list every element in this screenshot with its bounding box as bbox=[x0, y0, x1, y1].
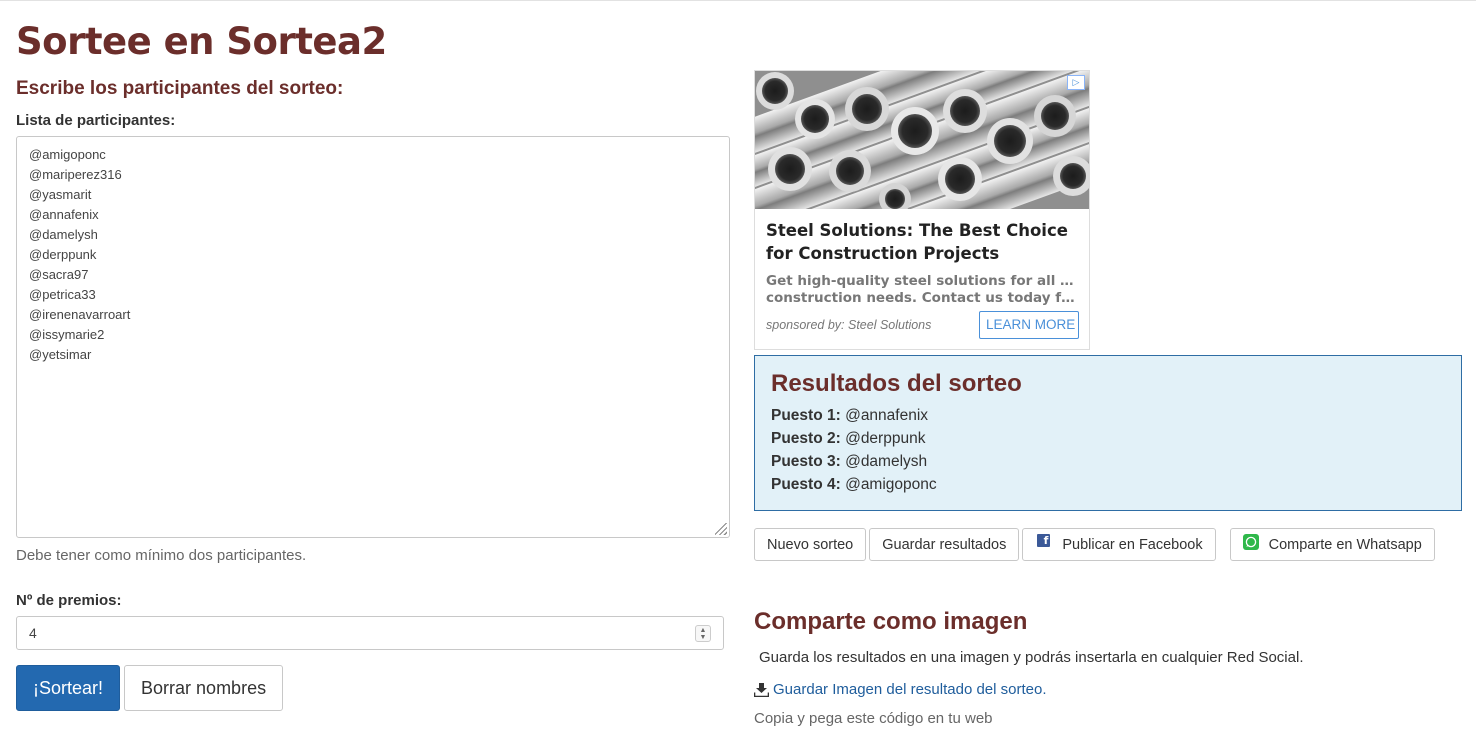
participant-line: @yetsimar bbox=[29, 347, 92, 362]
participant-line: @issymarie2 bbox=[29, 327, 105, 342]
whatsapp-share-label: Comparte en Whatsapp bbox=[1268, 536, 1422, 553]
embed-code-label: Copia y pega este código en tu web bbox=[754, 710, 993, 727]
result-row: Puesto 2: @derppunk bbox=[771, 427, 1445, 450]
prizes-stepper[interactable]: ▲ ▼ bbox=[695, 625, 711, 642]
participant-line: @yasmarit bbox=[29, 187, 92, 202]
ad-description-line: construction needs. Contact us today for… bbox=[766, 290, 1078, 306]
share-image-description: Guarda los resultados en una imagen y po… bbox=[759, 649, 1304, 666]
participants-textarea[interactable]: @amigoponc @mariperez316 @yasmarit @anna… bbox=[16, 136, 730, 538]
save-image-link[interactable]: Guardar Imagen del resultado del sorteo. bbox=[754, 681, 1047, 698]
participant-line: @derppunk bbox=[29, 247, 97, 262]
result-row: Puesto 1: @annafenix bbox=[771, 404, 1445, 427]
download-icon bbox=[754, 682, 769, 697]
ad-image-steel-pipes[interactable]: ▷ bbox=[755, 71, 1089, 209]
facebook-share-button[interactable]: f Publicar en Facebook bbox=[1022, 528, 1216, 561]
form-buttons: ¡Sortear! Borrar nombres bbox=[16, 665, 730, 711]
prizes-label: Nº de premios: bbox=[16, 592, 122, 609]
new-draw-button[interactable]: Nuevo sorteo bbox=[754, 528, 867, 561]
facebook-share-label: Publicar en Facebook bbox=[1062, 536, 1203, 553]
facebook-icon: f bbox=[1037, 534, 1051, 547]
steel-pipes-illustration bbox=[755, 71, 1089, 209]
result-winner: @amigoponc bbox=[845, 476, 937, 493]
whatsapp-icon bbox=[1242, 533, 1259, 550]
participant-line: @irenenavarroart bbox=[29, 307, 131, 322]
sponsored-ad[interactable]: ▷ Steel Solutions: The Best Choice for C… bbox=[754, 70, 1090, 350]
form-subtitle: Escribe los participantes del sorteo: bbox=[16, 78, 344, 99]
ad-sponsor: sponsored by: Steel Solutions bbox=[766, 318, 932, 332]
result-winner: @damelysh bbox=[845, 453, 928, 470]
draw-form: Escribe los participantes del sorteo: Li… bbox=[16, 78, 730, 711]
participants-help-text: Debe tener como mínimo dos participantes… bbox=[16, 547, 307, 564]
results-panel: Resultados del sorteo Puesto 1: @annafen… bbox=[754, 355, 1462, 511]
participants-label: Lista de participantes: bbox=[16, 112, 176, 129]
result-row: Puesto 3: @damelysh bbox=[771, 450, 1445, 473]
result-position: Puesto 1: bbox=[771, 407, 841, 424]
page-title: Sortee en Sortea2 bbox=[16, 20, 387, 63]
result-position: Puesto 4: bbox=[771, 476, 841, 493]
whatsapp-share-button[interactable]: Comparte en Whatsapp bbox=[1229, 528, 1435, 561]
participant-line: @mariperez316 bbox=[29, 167, 122, 182]
stepper-down-icon[interactable]: ▼ bbox=[700, 634, 707, 641]
save-image-link-label: Guardar Imagen del resultado del sorteo. bbox=[773, 681, 1047, 698]
clear-names-button[interactable]: Borrar nombres bbox=[124, 665, 284, 711]
result-winner: @derppunk bbox=[845, 430, 926, 447]
result-winner: @annafenix bbox=[845, 407, 929, 424]
participant-line: @annafenix bbox=[29, 207, 99, 222]
prizes-number-input[interactable]: 4 ▲ ▼ bbox=[16, 616, 724, 650]
ad-learn-more-button[interactable]: LEARN MORE bbox=[979, 311, 1079, 339]
share-image-title: Comparte como imagen bbox=[754, 608, 1028, 635]
draw-button[interactable]: ¡Sortear! bbox=[16, 665, 121, 711]
ad-description-line: Get high-quality steel solutions for all… bbox=[766, 273, 1078, 289]
top-divider bbox=[0, 0, 1476, 1]
participant-line: @damelysh bbox=[29, 227, 98, 242]
stepper-up-icon[interactable]: ▲ bbox=[700, 627, 707, 634]
result-position: Puesto 3: bbox=[771, 453, 841, 470]
participant-line: @petrica33 bbox=[29, 287, 96, 302]
result-position: Puesto 2: bbox=[771, 430, 841, 447]
ad-description: Get high-quality steel solutions for all… bbox=[755, 265, 1089, 307]
resize-handle[interactable] bbox=[715, 523, 727, 535]
result-row: Puesto 4: @amigoponc bbox=[771, 473, 1445, 496]
results-title: Resultados del sorteo bbox=[771, 370, 1022, 397]
participant-line: @amigoponc bbox=[29, 147, 106, 162]
ad-headline[interactable]: Steel Solutions: The Best Choice for Con… bbox=[755, 209, 1089, 265]
ad-choices-icon[interactable]: ▷ bbox=[1067, 75, 1085, 90]
prizes-value: 4 bbox=[29, 625, 37, 641]
ad-footer: sponsored by: Steel Solutions LEARN MORE bbox=[766, 311, 1079, 339]
participant-line: @sacra97 bbox=[29, 267, 89, 282]
results-actions: Nuevo sorteo Guardar resultados f Public… bbox=[754, 528, 1438, 561]
save-results-button[interactable]: Guardar resultados bbox=[869, 528, 1020, 561]
